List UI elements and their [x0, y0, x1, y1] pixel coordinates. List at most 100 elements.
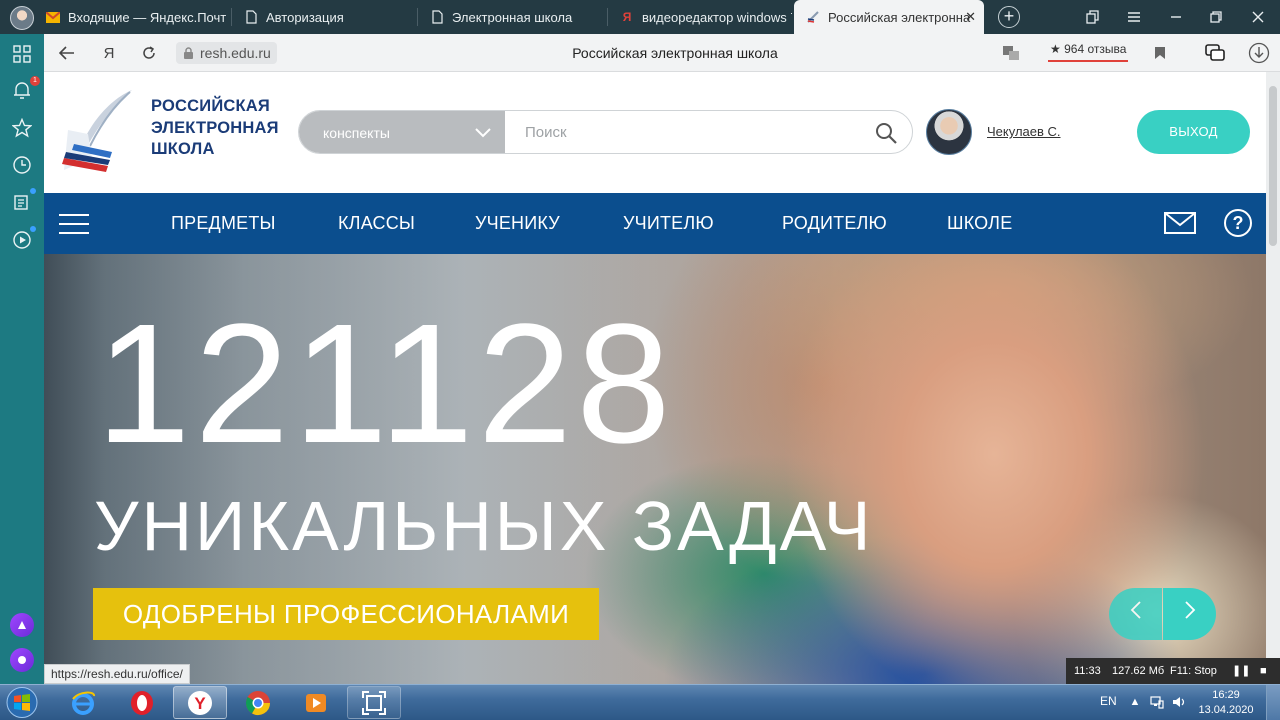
tray-expand-icon[interactable]: ▲ [1128, 695, 1142, 709]
reviews-count[interactable]: ★ 964 отзыва [1048, 40, 1129, 62]
close-window-icon[interactable] [1238, 0, 1278, 34]
keyboard-language[interactable]: EN [1100, 694, 1117, 708]
tab-label: Электронная школа [452, 9, 573, 25]
alice-voice-icon[interactable] [10, 648, 34, 672]
hero-badge[interactable]: ОДОБРЕНЫ ПРОФЕССИОНАЛАМИ [93, 588, 599, 640]
video-play-icon[interactable] [10, 228, 34, 252]
zen-feed-icon[interactable] [10, 190, 34, 214]
system-clock[interactable]: 16:29 13.04.2020 [1196, 688, 1256, 718]
nav-student[interactable]: УЧЕНИКУ [475, 193, 560, 254]
yandex-browser-icon[interactable]: Y [173, 686, 227, 719]
logout-button[interactable]: выход [1137, 110, 1250, 154]
svg-text:Y: Y [194, 694, 206, 713]
tab-label: Входящие — Яндекс.Почт [68, 9, 227, 25]
chevron-right-icon [1184, 601, 1195, 619]
tab-label: Авторизация [266, 9, 344, 25]
opera-icon[interactable] [115, 686, 169, 719]
resh-icon [806, 10, 820, 24]
page-icon [244, 10, 258, 24]
recorder-hint: F11: Stop [1170, 665, 1217, 677]
windows-taskbar: Y EN ▲ 16:29 13.04.2020 [0, 684, 1280, 720]
resh-logo-icon[interactable] [58, 88, 138, 178]
volume-icon[interactable] [1172, 695, 1186, 709]
slider-next-button[interactable] [1163, 588, 1216, 640]
hero-title: УНИКАЛЬНЫХ ЗАДАЧ [94, 487, 874, 565]
page-content: РОССИЙСКАЯ ЭЛЕКТРОННАЯ ШКОЛА конспекты Ч… [44, 72, 1266, 684]
slider-prev-button[interactable] [1109, 588, 1162, 640]
tab-auth[interactable]: Авторизация [232, 0, 418, 34]
chevron-left-icon [1130, 601, 1141, 619]
video-dot [30, 226, 36, 232]
minimize-icon[interactable] [1156, 0, 1196, 34]
recorder-time: 11:33 [1074, 665, 1101, 677]
messenger-icon[interactable] [1204, 42, 1226, 64]
menu-icon[interactable] [1114, 0, 1154, 34]
user-name-link[interactable]: Чекулаев С. [987, 124, 1061, 139]
bookmark-icon[interactable] [1149, 42, 1171, 64]
restore-icon[interactable] [1196, 0, 1236, 34]
show-desktop-button[interactable] [1266, 685, 1280, 720]
scrollbar-thumb[interactable] [1269, 86, 1277, 246]
status-link-preview: https://resh.edu.ru/office/ [44, 664, 190, 684]
search-category-label: конспекты [323, 125, 390, 141]
nav-classes[interactable]: КЛАССЫ [338, 193, 415, 254]
tab-video-editor[interactable]: Я видеоредактор windows 7 [608, 0, 792, 34]
screen-capture-icon[interactable] [347, 686, 401, 719]
close-tab-icon[interactable]: ✕ [965, 9, 976, 25]
alice-assistant-icon[interactable] [10, 613, 34, 637]
site-logo-text[interactable]: РОССИЙСКАЯ ЭЛЕКТРОННАЯ ШКОЛА [151, 96, 279, 161]
tab-collections-icon[interactable] [1072, 0, 1112, 34]
apps-grid-icon[interactable] [10, 42, 34, 66]
yandex-icon: Я [622, 10, 632, 24]
hero-count: 121128 [96, 289, 675, 479]
help-icon[interactable]: ? [1224, 209, 1252, 237]
translate-icon[interactable] [1000, 42, 1022, 64]
bookmarks-star-icon[interactable] [10, 116, 34, 140]
mail-icon [46, 10, 60, 24]
downloads-icon[interactable] [1248, 42, 1270, 64]
nav-parent[interactable]: РОДИТЕЛЮ [782, 193, 887, 254]
history-clock-icon[interactable] [10, 153, 34, 177]
notification-badge: 1 [30, 76, 40, 86]
user-avatar[interactable] [926, 109, 972, 155]
tab-label: Российская электронна [828, 9, 971, 25]
page-scrollbar[interactable] [1266, 72, 1280, 684]
nav-school[interactable]: ШКОЛЕ [947, 193, 1012, 254]
nav-teacher[interactable]: УЧИТЕЛЮ [623, 193, 714, 254]
lock-icon [184, 47, 193, 59]
url-field[interactable]: resh.edu.ru [176, 42, 277, 64]
tab-resh-active[interactable]: Российская электронна ✕ [794, 0, 984, 34]
pause-icon[interactable]: ❚❚ [1232, 658, 1250, 684]
windows-start-icon[interactable] [4, 686, 40, 719]
new-tab-button[interactable]: + [998, 6, 1020, 28]
tab-school[interactable]: Электронная школа [418, 0, 608, 34]
url-text: resh.edu.ru [200, 45, 271, 61]
reload-icon[interactable] [138, 42, 160, 64]
yandex-logo-icon[interactable]: Я [98, 42, 120, 64]
main-navigation: ПРЕДМЕТЫ КЛАССЫ УЧЕНИКУ УЧИТЕЛЮ РОДИТЕЛЮ… [44, 193, 1266, 254]
recorder-overlay: 11:33 127.62 Мб F11: Stop ❚❚ ■ [1066, 658, 1280, 684]
search-input[interactable] [505, 111, 865, 153]
mail-icon[interactable] [1164, 211, 1196, 235]
page-icon [430, 10, 444, 24]
chevron-down-icon [475, 128, 491, 138]
chrome-icon[interactable] [231, 686, 285, 719]
back-arrow-icon[interactable] [56, 42, 78, 64]
tab-mail[interactable]: Входящие — Яндекс.Почт [46, 0, 232, 34]
hero-banner: 121128 УНИКАЛЬНЫХ ЗАДАЧ ОДОБРЕНЫ ПРОФЕСС… [44, 254, 1266, 684]
media-player-icon[interactable] [289, 686, 343, 719]
logo-line: ЭЛЕКТРОННАЯ [151, 118, 279, 137]
feed-dot [30, 188, 36, 194]
nav-subjects[interactable]: ПРЕДМЕТЫ [171, 193, 276, 254]
search-category-select[interactable]: конспекты [299, 111, 505, 153]
hamburger-menu-icon[interactable] [59, 214, 89, 234]
clock-time: 16:29 [1212, 689, 1240, 701]
recorder-size: 127.62 Мб [1112, 665, 1165, 677]
network-icon[interactable] [1150, 695, 1164, 709]
logo-line: РОССИЙСКАЯ [151, 97, 270, 115]
search-bar: конспекты [298, 110, 913, 154]
search-icon[interactable] [874, 121, 898, 145]
stop-icon[interactable]: ■ [1260, 658, 1267, 684]
profile-avatar[interactable] [10, 6, 34, 30]
internet-explorer-icon[interactable] [56, 686, 110, 719]
